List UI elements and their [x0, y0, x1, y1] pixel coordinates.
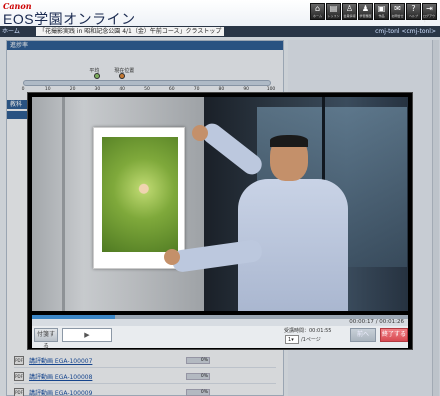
home-icon-label: ホーム	[313, 14, 322, 18]
page-suffix: /1ページ	[301, 337, 321, 343]
gallery-icon-glyph: ▣	[377, 4, 386, 13]
breadcrumb: ホーム 「花撮影実践 in 昭和記念公園 4/1（金）午前コース」クラストップ …	[0, 26, 440, 37]
help-icon-label: ヘルプ	[408, 14, 418, 18]
study-time-label: 受講時間：00:01:55	[284, 328, 332, 334]
mail-icon[interactable]: ✉ お問合せ	[390, 3, 405, 20]
elapsed-time: 00:00:17	[349, 319, 374, 325]
video-wall-seam	[62, 97, 65, 311]
home-icon[interactable]: ⌂ ホーム	[310, 3, 325, 20]
logout-icon-glyph: ⇥	[426, 4, 433, 13]
lesson-icon-glyph: ▤	[329, 4, 338, 13]
breadcrumb-home[interactable]: ホーム	[2, 26, 20, 37]
play-button[interactable]: ▶	[62, 328, 112, 342]
chevron-down-icon: ▾	[291, 337, 294, 343]
bookmark-button[interactable]: 付箋する	[34, 328, 58, 350]
info-icon-glyph: ♙	[345, 4, 354, 13]
mail-icon-glyph: ✉	[394, 4, 401, 13]
history-icon[interactable]: ♟ 学習履歴	[358, 3, 373, 20]
header-icon-bar: ⌂ ホーム ▤ レッスン ♙ 会員情報 ♟ 学習履歴 ▣ 作品 ✉ お問合せ? ヘルプ ⇥ ログアウト	[310, 3, 437, 23]
framed-flower-photo	[93, 127, 185, 269]
history-icon-glyph: ♟	[361, 4, 370, 13]
logout-icon-label: ログアウト	[423, 14, 436, 23]
info-icon[interactable]: ♙ 会員情報	[342, 3, 357, 20]
presenter-hair	[270, 135, 308, 147]
video-player: 00:00:17 / 00:01:26 付箋する ▶ 受講時間：00:01:55…	[27, 92, 413, 350]
gallery-icon[interactable]: ▣ 作品	[374, 3, 389, 20]
lesson-icon-label: レッスン	[327, 14, 340, 18]
flower-photo	[102, 137, 178, 252]
info-icon-label: 会員情報	[343, 14, 356, 18]
gallery-icon-label: 作品	[378, 14, 385, 18]
breadcrumb-course[interactable]: 「花撮影実践 in 昭和記念公園 4/1（金）午前コース」クラストップ	[36, 27, 225, 36]
help-icon-glyph: ?	[411, 4, 416, 13]
home-icon-glyph: ⌂	[314, 4, 321, 13]
presenter	[164, 119, 402, 311]
help-icon[interactable]: ? ヘルプ	[406, 3, 421, 20]
app-header: Canon EOS学園オンライン ⌂ ホーム ▤ レッスン ♙ 会員情報 ♟ 学習履歴 ▣ 作品 ✉…	[0, 0, 440, 27]
page-select[interactable]: 1▾	[285, 335, 299, 344]
end-button[interactable]: 終了する	[380, 328, 408, 342]
total-time: 00:01:26	[379, 319, 404, 325]
history-icon-label: 学習履歴	[359, 14, 372, 18]
logout-icon[interactable]: ⇥ ログアウト	[422, 3, 437, 23]
player-controls: 00:00:17 / 00:01:26 付箋する ▶ 受講時間：00:01:55…	[32, 315, 408, 350]
time-display: 00:00:17 / 00:01:26	[32, 319, 408, 326]
presenter-hand-upper	[192, 125, 208, 141]
presenter-hand-lower	[164, 249, 180, 265]
user-name: cmj-tonl <cmj-tonl>	[375, 28, 436, 35]
mail-icon-label: お問合せ	[391, 14, 404, 18]
prev-button[interactable]: 前へ	[350, 328, 376, 342]
lesson-icon[interactable]: ▤ レッスン	[326, 3, 341, 20]
video-frame[interactable]	[32, 97, 408, 311]
